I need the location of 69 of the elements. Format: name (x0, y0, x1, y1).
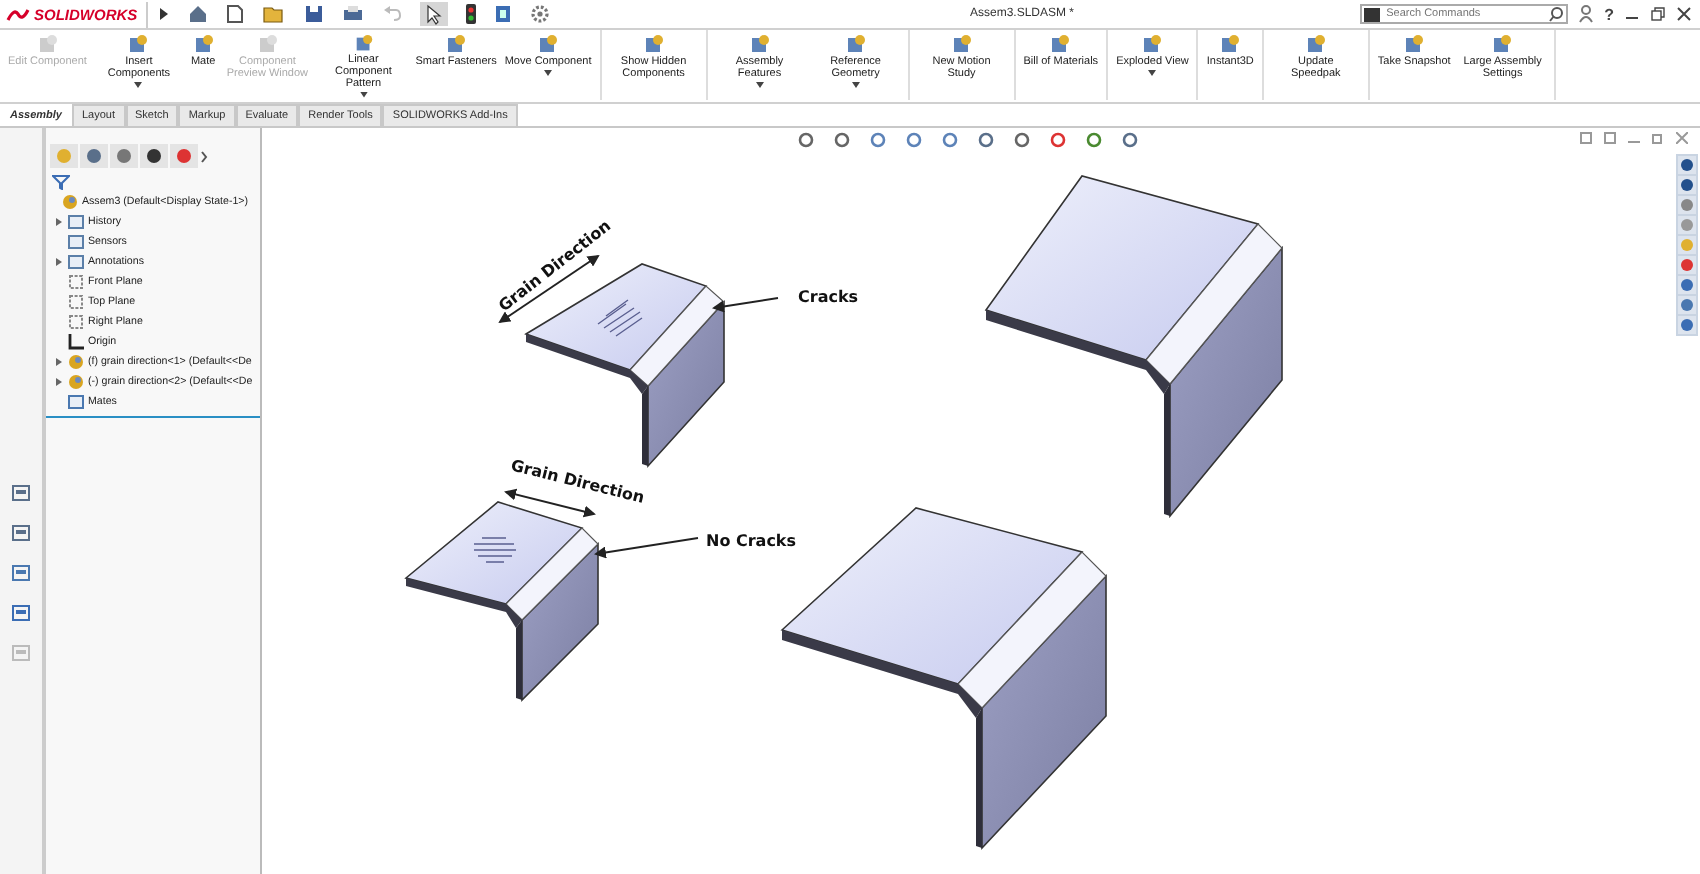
grain-lines-drawing (473, 537, 517, 563)
tool-icon (1404, 34, 1425, 54)
user-icon[interactable] (1578, 4, 1595, 24)
task-pane-icon[interactable] (1678, 316, 1696, 334)
select-pointer-icon[interactable] (420, 2, 448, 26)
origin-icon (68, 334, 84, 350)
tile-icon[interactable] (1580, 132, 1592, 144)
flyout-icon[interactable] (158, 6, 170, 22)
expand-arrow-icon[interactable] (56, 258, 62, 266)
home-icon[interactable] (188, 4, 208, 24)
side-tool-icon[interactable] (12, 484, 30, 502)
task-pane-icon[interactable] (1678, 156, 1696, 174)
view-tool-icon[interactable] (978, 132, 994, 148)
tool-icon (128, 34, 149, 54)
tool-icon (1305, 34, 1326, 54)
view-tool-icon[interactable] (1050, 132, 1066, 148)
expand-arrow-icon[interactable] (56, 218, 62, 226)
side-tool-icon[interactable] (12, 604, 30, 622)
window-icon[interactable] (1604, 132, 1616, 144)
tool-icon (446, 34, 467, 54)
task-pane-icon[interactable] (1678, 176, 1696, 194)
document-icon[interactable] (494, 4, 512, 24)
task-pane-icon[interactable] (1678, 276, 1696, 294)
chevron-right-icon[interactable] (200, 149, 208, 163)
view-tool-icon[interactable] (906, 132, 922, 148)
tool-icon (951, 34, 972, 54)
print-icon[interactable] (342, 4, 364, 24)
side-tool-icon[interactable] (12, 564, 30, 582)
annotation-label: No Cracks (706, 532, 797, 550)
task-pane-icon[interactable] (1678, 196, 1696, 214)
panel-tab-icon[interactable] (140, 144, 168, 168)
tool-icon (845, 34, 866, 54)
component-icon (62, 194, 78, 210)
settings-icon[interactable] (530, 4, 550, 24)
tool-icon (749, 34, 770, 54)
tool-icon (1220, 34, 1241, 54)
task-pane-icon[interactable] (1678, 296, 1696, 314)
tool-icon (193, 34, 214, 54)
open-folder-icon[interactable] (262, 4, 286, 24)
tool-icon (538, 34, 559, 54)
view-tool-icon[interactable] (798, 132, 814, 148)
task-pane-icon[interactable] (1678, 256, 1696, 274)
leader-arrow (712, 297, 779, 313)
logo-icon (6, 5, 30, 23)
tool-icon (1492, 34, 1513, 54)
save-icon[interactable] (304, 4, 324, 24)
expand-arrow-icon[interactable] (56, 358, 62, 366)
filter-icon[interactable] (52, 174, 70, 190)
annotation-label: Cracks (798, 288, 859, 306)
tool-icon (353, 34, 374, 53)
new-document-icon[interactable] (226, 4, 244, 24)
view-tool-icon[interactable] (870, 132, 886, 148)
search-icon[interactable] (1548, 6, 1565, 22)
leader-arrow (594, 537, 699, 559)
folder-icon (68, 394, 84, 410)
tool-icon (1142, 34, 1163, 54)
view-tool-icon[interactable] (1122, 132, 1138, 148)
help-button[interactable]: ? (1604, 5, 1614, 23)
view-tool-icon[interactable] (834, 132, 850, 148)
tool-icon (643, 34, 664, 54)
expand-arrow-icon[interactable] (56, 378, 62, 386)
traffic-light-icon[interactable] (466, 4, 476, 24)
restore-icon[interactable] (1650, 6, 1666, 22)
side-tool-icon[interactable] (12, 524, 30, 542)
view-tool-icon[interactable] (942, 132, 958, 148)
view-tool-icon[interactable] (1086, 132, 1102, 148)
tool-icon (1050, 34, 1071, 54)
view-tool-icon[interactable] (1014, 132, 1030, 148)
close-icon[interactable] (1676, 6, 1692, 22)
